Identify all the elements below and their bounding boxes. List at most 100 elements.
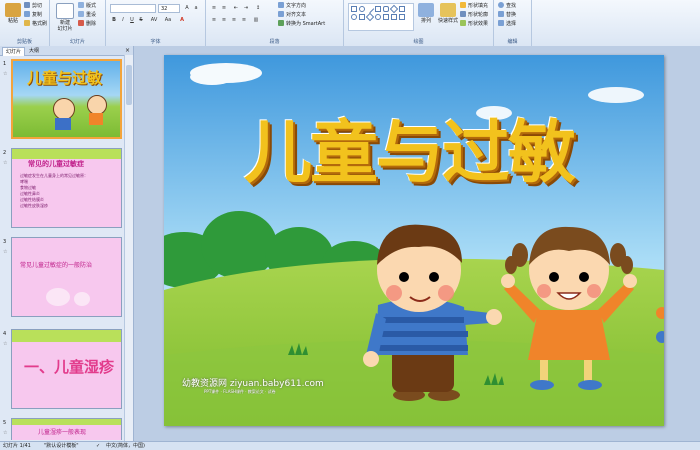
find-button[interactable]: 查找 [498,2,516,11]
close-icon[interactable]: × [125,47,130,55]
justify-button[interactable]: ≡ [240,16,248,24]
copy-button[interactable]: 复制 [24,11,42,20]
reset-icon [78,11,84,17]
paragraph-group: ≡ ≡ ⇤ ⇥ ↕ ≡ ≡ ≡ ≡ ▥ 文字方向 对齐文本 转换为 SmartA… [206,0,344,46]
ribbon: 粘贴 剪切 复制 格式刷 剪贴板 新建 幻灯片 版式 重设 删除 幻灯片 32 [0,0,700,47]
new-slide-button[interactable]: 新建 幻灯片 [54,3,76,33]
numbering-button[interactable]: ≡ [220,4,228,12]
effects-icon [460,20,466,26]
decrease-indent-button[interactable]: ⇤ [232,4,240,12]
slide-watermark-sub: PPT课件 · FLASH课件 · 教案论文 · 试卷 [204,389,276,394]
reset-button[interactable]: 重设 [78,11,96,20]
font-name-input[interactable] [110,4,156,13]
boy-shirt-icon [55,118,71,130]
shape-fill-button[interactable]: 形状填充 [460,2,488,11]
star-shape-icon[interactable] [391,14,397,20]
shape-effects-button[interactable]: 形状效果 [460,20,488,29]
shape-outline-button[interactable]: 形状轮廓 [460,11,488,20]
format-painter-button[interactable]: 格式刷 [24,20,47,29]
tab-outline[interactable]: 大纲 [26,47,42,55]
quick-styles-button[interactable]: 快速样式 [438,3,458,33]
animation-star-icon: ☆ [3,71,8,77]
slide-thumbnail-5[interactable]: 儿童湿疹一般表现 [11,418,122,440]
rotated-shape-icon[interactable] [365,12,375,22]
change-case-button[interactable]: Aa [164,16,172,24]
bullets-button[interactable]: ≡ [210,4,218,12]
replace-button[interactable]: 替换 [498,11,516,20]
boy-thumbnail-icon [53,98,75,120]
paint-bucket-icon [460,2,466,8]
slide-thumbnail-2[interactable]: 常见的儿童过敏症 过敏症发生在儿童身上的常见过敏原： 哮喘 食物过敏 过敏性鼻炎… [11,148,122,228]
grow-font-button[interactable]: A [183,4,191,12]
diamond-shape-icon[interactable] [389,4,399,14]
shrink-font-button[interactable]: a [192,4,200,12]
shapes-gallery[interactable] [348,3,414,31]
clipboard-group: 粘贴 剪切 复制 格式刷 剪贴板 [0,0,50,46]
layout-button[interactable]: 版式 [78,2,96,11]
slide-watermark: 幼教资源网 ziyuan.baby611.com [182,379,324,389]
thumb-2-text: 过敏症发生在儿童身上的常见过敏原： 哮喘 食物过敏 过敏性鼻炎 过敏性结膜炎 过… [20,173,88,208]
callout-shape-icon[interactable] [383,14,389,20]
slide-editing-area: 儿童与过敏 幼教资源网 ziyuan.baby611.com PPT课件 · F… [134,46,700,441]
italic-button[interactable]: I [119,16,127,24]
font-color-button[interactable]: A [178,16,186,24]
bold-button[interactable]: B [110,16,118,24]
arrange-button[interactable]: 排列 [416,3,436,33]
quick-styles-icon [440,3,456,17]
animation-star-icon: ☆ [3,249,8,255]
font-group: 32 A a B I U S AV Aa A 字体 [106,0,206,46]
paste-icon [5,3,21,17]
rounded-rect-shape-icon[interactable] [383,6,389,12]
layout-icon [78,2,84,8]
cartoon-decoration-icon [74,292,90,306]
pen-icon [460,11,466,17]
textbox-shape-icon[interactable] [375,6,381,12]
smartart-button[interactable]: 转换为 SmartArt [278,20,325,29]
slide-thumbnail-3[interactable]: 常见儿童过敏症的一般防治 [11,237,122,317]
brush-icon [24,20,30,26]
increase-indent-button[interactable]: ⇥ [242,4,250,12]
panel-scrollbar[interactable] [124,55,133,441]
columns-button[interactable]: ▥ [252,16,260,24]
select-button[interactable]: 选择 [498,20,516,29]
circle-shape-icon[interactable] [351,14,357,20]
animation-star-icon: ☆ [3,341,8,347]
slide-thumbnail-4[interactable]: 一、儿童湿疹 [11,329,122,409]
girl-thumbnail-icon [87,95,107,115]
align-right-button[interactable]: ≡ [230,16,238,24]
rectangle-shape-icon[interactable] [351,6,357,12]
ellipse-shape-icon[interactable] [375,14,381,20]
current-slide[interactable]: 儿童与过敏 幼教资源网 ziyuan.baby611.com PPT课件 · F… [164,55,664,426]
girl-dress-icon [89,113,103,125]
tab-slides[interactable]: 幻灯片 [2,47,26,56]
underline-button[interactable]: U [128,16,136,24]
slide-thumbnail-1[interactable]: 儿童与过敏 [11,59,122,139]
arrow-shape-icon[interactable] [399,6,405,12]
text-direction-icon [278,2,284,8]
align-text-button[interactable]: 对齐文本 [278,11,306,20]
paste-button[interactable]: 粘贴 [3,3,23,33]
strikethrough-button[interactable]: S [137,16,145,24]
font-size-input[interactable]: 32 [158,4,180,13]
align-center-button[interactable]: ≡ [220,16,228,24]
slide-title[interactable]: 儿童与过敏 [244,97,576,196]
editing-group: 查找 替换 选择 编辑 [494,0,532,46]
align-left-button[interactable]: ≡ [210,16,218,24]
cut-button[interactable]: 剪切 [24,2,42,11]
spacing-button[interactable]: AV [150,16,158,24]
copy-icon [24,11,30,17]
delete-icon [78,20,84,26]
brace-shape-icon[interactable] [399,14,405,20]
align-text-icon [278,11,284,17]
oval-shape-icon[interactable] [359,6,365,12]
drawing-group: 排列 快速样式 形状填充 形状轮廓 形状效果 绘图 [344,0,494,46]
scrollbar-thumb[interactable] [126,65,132,105]
line-spacing-button[interactable]: ↕ [254,4,262,12]
new-slide-icon [56,3,74,19]
arrange-icon [418,3,434,17]
select-cursor-icon [498,20,504,26]
panel-tabs: 幻灯片 大纲 × [0,46,133,56]
square-shape-icon[interactable] [359,14,365,20]
text-direction-button[interactable]: 文字方向 [278,2,306,11]
delete-slide-button[interactable]: 删除 [78,20,96,29]
